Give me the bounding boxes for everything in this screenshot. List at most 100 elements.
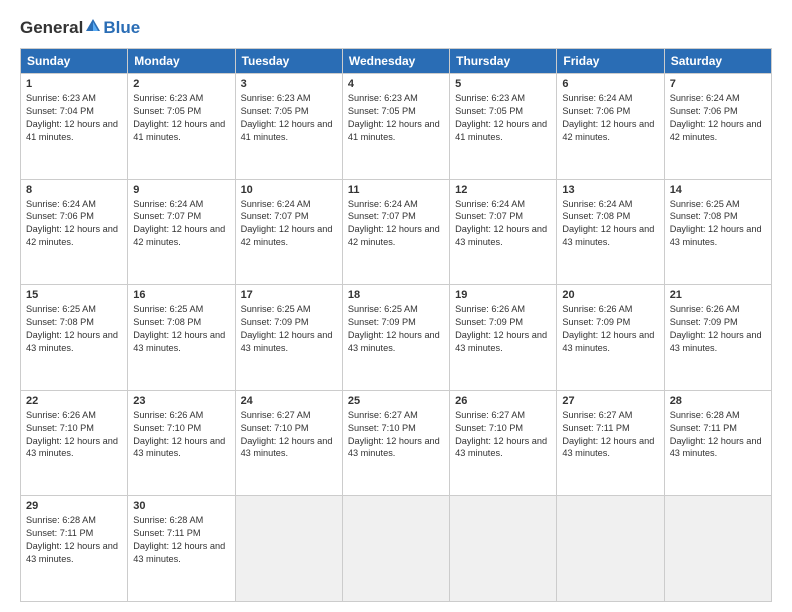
logo-general: General	[20, 18, 83, 38]
day-info: Sunrise: 6:23 AMSunset: 7:05 PMDaylight:…	[133, 92, 229, 144]
page-header: General Blue	[20, 18, 772, 38]
day-info: Sunrise: 6:23 AMSunset: 7:05 PMDaylight:…	[348, 92, 444, 144]
day-number: 16	[133, 289, 229, 301]
day-info: Sunrise: 6:23 AMSunset: 7:05 PMDaylight:…	[455, 92, 551, 144]
day-info: Sunrise: 6:24 AMSunset: 7:07 PMDaylight:…	[348, 198, 444, 250]
weekday-monday: Monday	[128, 49, 235, 74]
day-cell-13: 13 Sunrise: 6:24 AMSunset: 7:08 PMDayligh…	[557, 179, 664, 285]
day-info: Sunrise: 6:23 AMSunset: 7:04 PMDaylight:…	[26, 92, 122, 144]
day-number: 22	[26, 395, 122, 407]
day-cell-15: 15 Sunrise: 6:25 AMSunset: 7:08 PMDayligh…	[21, 285, 128, 391]
day-cell-27: 27 Sunrise: 6:27 AMSunset: 7:11 PMDayligh…	[557, 390, 664, 496]
day-cell-4: 4 Sunrise: 6:23 AMSunset: 7:05 PMDaylight…	[342, 74, 449, 180]
day-info: Sunrise: 6:23 AMSunset: 7:05 PMDaylight:…	[241, 92, 337, 144]
empty-cell-w4c4	[450, 496, 557, 602]
calendar-table: SundayMondayTuesdayWednesdayThursdayFrid…	[20, 48, 772, 602]
day-info: Sunrise: 6:27 AMSunset: 7:11 PMDaylight:…	[562, 409, 658, 461]
day-cell-18: 18Sunrise: 6:25 AMSunset: 7:09 PMDayligh…	[342, 285, 449, 391]
day-cell-9: 9Sunrise: 6:24 AMSunset: 7:07 PMDaylight…	[128, 179, 235, 285]
weekday-friday: Friday	[557, 49, 664, 74]
logo-icon	[84, 17, 102, 35]
day-number: 10	[241, 184, 337, 196]
day-number: 7	[670, 78, 766, 90]
day-info: Sunrise: 6:24 AMSunset: 7:06 PMDaylight:…	[26, 198, 122, 250]
day-number: 26	[455, 395, 551, 407]
empty-cell-w4c3	[342, 496, 449, 602]
day-info: Sunrise: 6:26 AMSunset: 7:09 PMDaylight:…	[455, 303, 551, 355]
day-number: 21	[670, 289, 766, 301]
empty-cell-w4c5	[557, 496, 664, 602]
day-cell-7: 7 Sunrise: 6:24 AMSunset: 7:06 PMDaylight…	[664, 74, 771, 180]
logo-blue: Blue	[103, 18, 140, 38]
day-cell-10: 10 Sunrise: 6:24 AMSunset: 7:07 PMDayligh…	[235, 179, 342, 285]
day-cell-24: 24Sunrise: 6:27 AMSunset: 7:10 PMDayligh…	[235, 390, 342, 496]
day-number: 5	[455, 78, 551, 90]
day-number: 11	[348, 184, 444, 196]
day-cell-19: 19 Sunrise: 6:26 AMSunset: 7:09 PMDayligh…	[450, 285, 557, 391]
day-number: 30	[133, 500, 229, 512]
day-info: Sunrise: 6:28 AMSunset: 7:11 PMDaylight:…	[133, 514, 229, 566]
day-info: Sunrise: 6:28 AMSunset: 7:11 PMDaylight:…	[670, 409, 766, 461]
day-info: Sunrise: 6:26 AMSunset: 7:10 PMDaylight:…	[26, 409, 122, 461]
day-info: Sunrise: 6:25 AMSunset: 7:08 PMDaylight:…	[133, 303, 229, 355]
day-info: Sunrise: 6:24 AMSunset: 7:08 PMDaylight:…	[562, 198, 658, 250]
weekday-sunday: Sunday	[21, 49, 128, 74]
day-info: Sunrise: 6:24 AMSunset: 7:07 PMDaylight:…	[241, 198, 337, 250]
day-number: 23	[133, 395, 229, 407]
day-number: 8	[26, 184, 122, 196]
day-number: 2	[133, 78, 229, 90]
day-number: 19	[455, 289, 551, 301]
logo: General Blue	[20, 18, 140, 38]
day-cell-29: 29 Sunrise: 6:28 AMSunset: 7:11 PMDayligh…	[21, 496, 128, 602]
day-number: 13	[562, 184, 658, 196]
day-cell-5: 5 Sunrise: 6:23 AMSunset: 7:05 PMDaylight…	[450, 74, 557, 180]
weekday-wednesday: Wednesday	[342, 49, 449, 74]
day-info: Sunrise: 6:25 AMSunset: 7:08 PMDaylight:…	[670, 198, 766, 250]
weekday-saturday: Saturday	[664, 49, 771, 74]
day-cell-12: 12 Sunrise: 6:24 AMSunset: 7:07 PMDayligh…	[450, 179, 557, 285]
empty-cell-w4c2	[235, 496, 342, 602]
week-row-4: 22 Sunrise: 6:26 AMSunset: 7:10 PMDayligh…	[21, 390, 772, 496]
day-cell-17: 17Sunrise: 6:25 AMSunset: 7:09 PMDayligh…	[235, 285, 342, 391]
day-number: 27	[562, 395, 658, 407]
day-number: 25	[348, 395, 444, 407]
day-number: 28	[670, 395, 766, 407]
day-info: Sunrise: 6:28 AMSunset: 7:11 PMDaylight:…	[26, 514, 122, 566]
day-cell-23: 23 Sunrise: 6:26 AMSunset: 7:10 PMDayligh…	[128, 390, 235, 496]
week-row-2: 8 Sunrise: 6:24 AMSunset: 7:06 PMDaylight…	[21, 179, 772, 285]
week-row-3: 15 Sunrise: 6:25 AMSunset: 7:08 PMDayligh…	[21, 285, 772, 391]
day-info: Sunrise: 6:27 AMSunset: 7:10 PMDaylight:…	[348, 409, 444, 461]
day-cell-26: 26Sunrise: 6:27 AMSunset: 7:10 PMDayligh…	[450, 390, 557, 496]
day-info: Sunrise: 6:24 AMSunset: 7:07 PMDaylight:…	[455, 198, 551, 250]
day-cell-28: 28 Sunrise: 6:28 AMSunset: 7:11 PMDayligh…	[664, 390, 771, 496]
day-cell-21: 21Sunrise: 6:26 AMSunset: 7:09 PMDayligh…	[664, 285, 771, 391]
day-info: Sunrise: 6:24 AMSunset: 7:06 PMDaylight:…	[670, 92, 766, 144]
day-info: Sunrise: 6:24 AMSunset: 7:06 PMDaylight:…	[562, 92, 658, 144]
day-cell-20: 20Sunrise: 6:26 AMSunset: 7:09 PMDayligh…	[557, 285, 664, 391]
day-cell-22: 22 Sunrise: 6:26 AMSunset: 7:10 PMDayligh…	[21, 390, 128, 496]
day-info: Sunrise: 6:26 AMSunset: 7:09 PMDaylight:…	[562, 303, 658, 355]
day-info: Sunrise: 6:26 AMSunset: 7:10 PMDaylight:…	[133, 409, 229, 461]
day-cell-6: 6 Sunrise: 6:24 AMSunset: 7:06 PMDaylight…	[557, 74, 664, 180]
day-info: Sunrise: 6:25 AMSunset: 7:08 PMDaylight:…	[26, 303, 122, 355]
weekday-thursday: Thursday	[450, 49, 557, 74]
day-cell-3: 3Sunrise: 6:23 AMSunset: 7:05 PMDaylight…	[235, 74, 342, 180]
day-info: Sunrise: 6:27 AMSunset: 7:10 PMDaylight:…	[241, 409, 337, 461]
day-number: 18	[348, 289, 444, 301]
day-number: 15	[26, 289, 122, 301]
weekday-header-row: SundayMondayTuesdayWednesdayThursdayFrid…	[21, 49, 772, 74]
day-info: Sunrise: 6:24 AMSunset: 7:07 PMDaylight:…	[133, 198, 229, 250]
day-number: 6	[562, 78, 658, 90]
weekday-tuesday: Tuesday	[235, 49, 342, 74]
day-cell-16: 16 Sunrise: 6:25 AMSunset: 7:08 PMDayligh…	[128, 285, 235, 391]
day-number: 12	[455, 184, 551, 196]
day-number: 14	[670, 184, 766, 196]
calendar-body: 1 Sunrise: 6:23 AMSunset: 7:04 PMDaylight…	[21, 74, 772, 602]
day-number: 4	[348, 78, 444, 90]
week-row-1: 1 Sunrise: 6:23 AMSunset: 7:04 PMDaylight…	[21, 74, 772, 180]
day-cell-8: 8 Sunrise: 6:24 AMSunset: 7:06 PMDaylight…	[21, 179, 128, 285]
day-number: 29	[26, 500, 122, 512]
day-number: 1	[26, 78, 122, 90]
day-cell-30: 30 Sunrise: 6:28 AMSunset: 7:11 PMDayligh…	[128, 496, 235, 602]
week-row-5: 29 Sunrise: 6:28 AMSunset: 7:11 PMDayligh…	[21, 496, 772, 602]
